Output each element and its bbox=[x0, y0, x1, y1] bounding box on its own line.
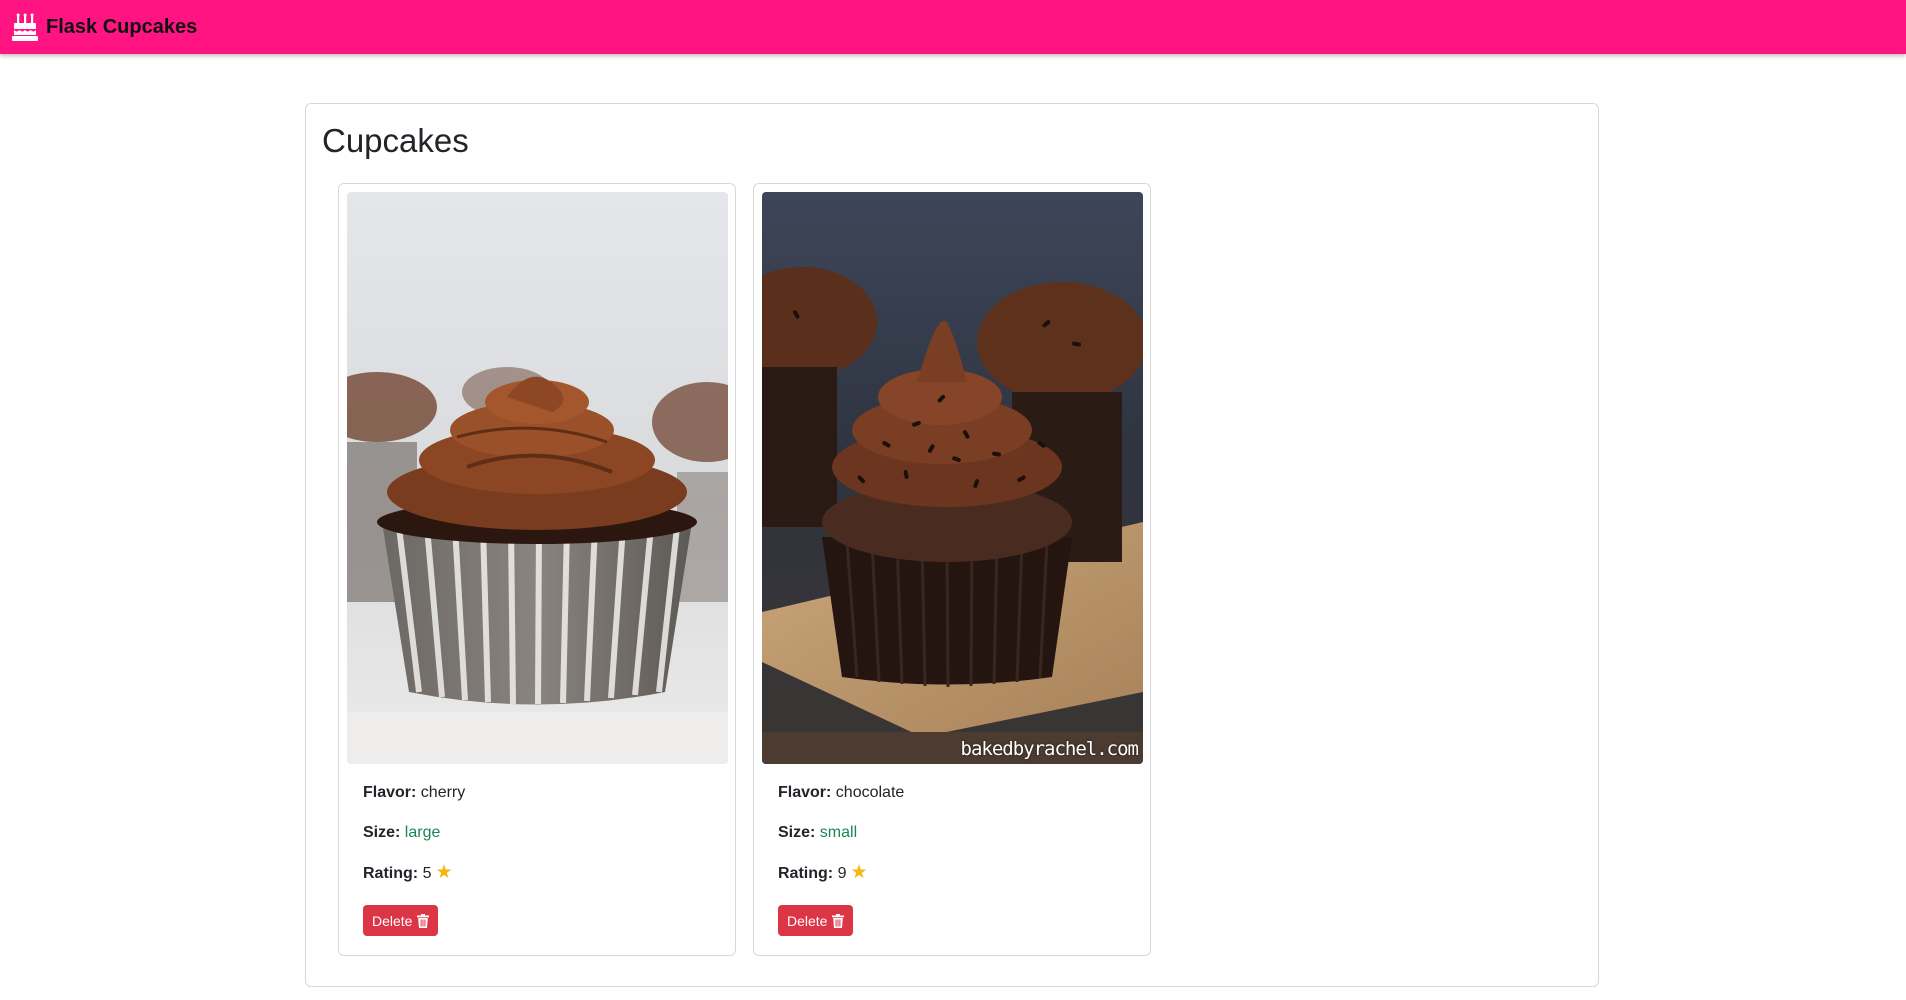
size-label: Size: bbox=[363, 824, 401, 841]
size-value: large bbox=[404, 824, 441, 841]
delete-label: Delete bbox=[372, 912, 413, 929]
brand-link[interactable]: Flask Cupcakes bbox=[12, 13, 197, 41]
delete-button[interactable]: Delete bbox=[363, 905, 439, 936]
cake-icon bbox=[12, 13, 38, 41]
trash-icon bbox=[417, 913, 430, 928]
page-title: Cupcakes bbox=[322, 122, 469, 159]
flavor-label: Flavor: bbox=[363, 784, 417, 801]
size-value: small bbox=[819, 824, 858, 841]
flavor-label: Flavor: bbox=[778, 784, 832, 801]
cupcake-card: Flavor: cherry Size: large Rating: 5 ★ De… bbox=[338, 183, 736, 956]
cupcake-image bbox=[347, 192, 728, 764]
rating-value: 9 bbox=[837, 865, 847, 882]
delete-label: Delete bbox=[787, 912, 828, 929]
cupcake-details: Flavor: chocolate Size: small Rating: 9 ★… bbox=[778, 782, 1128, 936]
flavor-value: cherry bbox=[420, 784, 466, 801]
trash-icon bbox=[832, 913, 845, 928]
size-label: Size: bbox=[778, 824, 816, 841]
rating-row: Rating: 5 ★ bbox=[363, 862, 713, 902]
flavor-row: Flavor: cherry bbox=[363, 782, 713, 822]
cupcakes-panel: Cupcakes Flavor: cherry Size: large Rati… bbox=[305, 103, 1599, 987]
flavor-row: Flavor: chocolate bbox=[778, 782, 1128, 822]
navbar: Flask Cupcakes bbox=[0, 0, 1906, 54]
image-watermark: bakedbyrachel.com bbox=[960, 738, 1139, 760]
delete-button[interactable]: Delete bbox=[778, 905, 854, 936]
cupcake-details: Flavor: cherry Size: large Rating: 5 ★ De… bbox=[363, 782, 713, 936]
rating-row: Rating: 9 ★ bbox=[778, 862, 1128, 902]
rating-value: 5 bbox=[422, 865, 432, 882]
size-row: Size: large bbox=[363, 822, 713, 862]
rating-label: Rating: bbox=[778, 865, 834, 882]
size-row: Size: small bbox=[778, 822, 1128, 862]
rating-label: Rating: bbox=[363, 865, 419, 882]
cupcake-image: bakedbyrachel.com bbox=[762, 192, 1143, 764]
star-icon: ★ bbox=[850, 862, 868, 883]
star-icon: ★ bbox=[435, 862, 453, 883]
brand-text: Flask Cupcakes bbox=[46, 15, 198, 38]
flavor-value: chocolate bbox=[835, 784, 905, 801]
cupcake-card: bakedbyrachel.com Flavor: chocolate Size… bbox=[753, 183, 1151, 956]
